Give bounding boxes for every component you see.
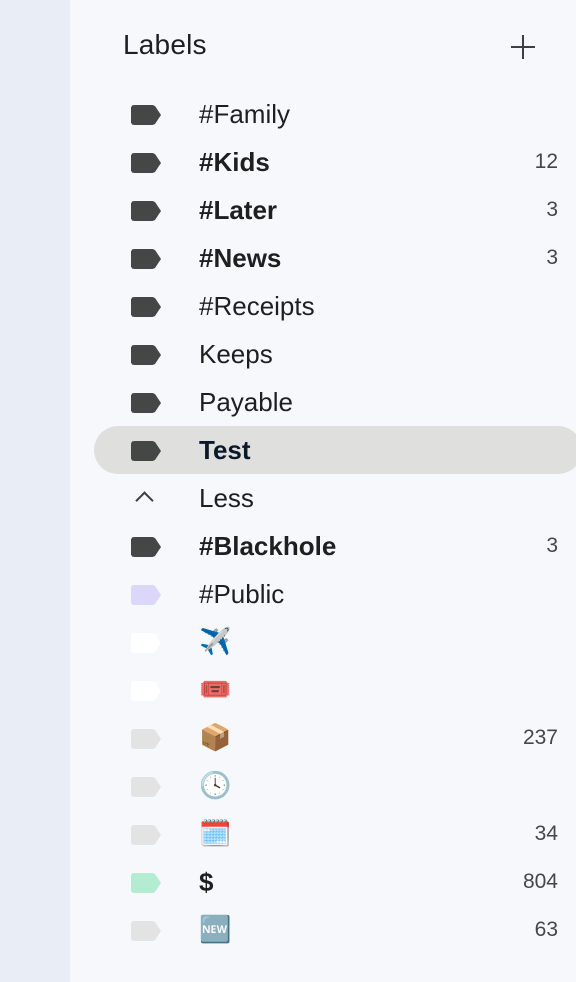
label-icon: [131, 825, 161, 845]
unread-count: 3: [546, 246, 558, 269]
label-item-ticket[interactable]: 🎟️: [94, 666, 576, 714]
calendar-emoji: 🗓️: [199, 819, 232, 849]
label-icon: [131, 681, 161, 701]
labels-panel: Labels #Family #Kids 12 #Later 3 #News 3: [70, 0, 576, 982]
create-label-button[interactable]: [507, 29, 543, 65]
ticket-emoji: 🎟️: [199, 675, 232, 705]
label-item-receipts[interactable]: #Receipts: [94, 282, 576, 330]
label-icon: [131, 537, 161, 557]
labels-header: Labels: [123, 27, 543, 67]
unread-count: 237: [522, 726, 558, 749]
unread-count: 63: [534, 918, 558, 941]
labels-list: #Family #Kids 12 #Later 3 #News 3 #Recei…: [70, 90, 576, 954]
unread-count: 3: [546, 198, 558, 221]
label-icon: [131, 873, 161, 893]
label-name: Keeps: [199, 339, 273, 369]
label-icon: [131, 921, 161, 941]
package-emoji: 📦: [199, 723, 232, 753]
label-name: #Family: [199, 99, 291, 129]
label-item-public[interactable]: #Public: [94, 570, 576, 618]
label-icon: [131, 585, 161, 605]
label-icon: [131, 777, 161, 797]
label-icon: [131, 249, 161, 269]
label-item-package[interactable]: 📦 237: [94, 714, 576, 762]
label-name: $: [199, 867, 214, 897]
clock-emoji: 🕓: [199, 771, 232, 801]
label-item-new[interactable]: 🆕 63: [94, 906, 576, 954]
label-icon: [131, 105, 161, 125]
less-toggle[interactable]: Less: [94, 474, 576, 522]
chevron-up-icon: [137, 491, 149, 503]
label-name: #Public: [199, 579, 285, 609]
label-item-kids[interactable]: #Kids 12: [94, 138, 576, 186]
label-item-news[interactable]: #News 3: [94, 234, 576, 282]
unread-count: 804: [522, 870, 558, 893]
less-label: Less: [199, 483, 254, 513]
label-item-family[interactable]: #Family: [94, 90, 576, 138]
label-item-test[interactable]: Test: [94, 426, 576, 474]
navigation-rail: [0, 0, 70, 982]
label-icon: [131, 393, 161, 413]
label-name: #Kids: [199, 147, 270, 177]
label-icon: [131, 729, 161, 749]
label-item-calendar[interactable]: 🗓️ 34: [94, 810, 576, 858]
label-icon: [131, 441, 161, 461]
label-item-clock[interactable]: 🕓: [94, 762, 576, 810]
label-icon: [131, 201, 161, 221]
label-name: #Receipts: [199, 291, 315, 321]
label-name: #News: [199, 243, 282, 273]
label-item-blackhole[interactable]: #Blackhole 3: [94, 522, 576, 570]
new-emoji: 🆕: [199, 915, 232, 945]
label-icon: [131, 345, 161, 365]
unread-count: 34: [534, 822, 558, 845]
label-item-dollar[interactable]: $ 804: [94, 858, 576, 906]
label-item-later[interactable]: #Later 3: [94, 186, 576, 234]
label-icon: [131, 297, 161, 317]
airplane-emoji: ✈️: [199, 627, 232, 657]
unread-count: 12: [534, 150, 558, 173]
label-name: Test: [199, 435, 251, 465]
label-item-keeps[interactable]: Keeps: [94, 330, 576, 378]
label-item-payable[interactable]: Payable: [94, 378, 576, 426]
label-icon: [131, 633, 161, 653]
labels-title: Labels: [123, 29, 207, 60]
label-icon: [131, 153, 161, 173]
label-name: Payable: [199, 387, 293, 417]
label-name: #Later: [199, 195, 278, 225]
label-name: #Blackhole: [199, 531, 337, 561]
unread-count: 3: [546, 534, 558, 557]
label-item-airplane[interactable]: ✈️: [94, 618, 576, 666]
